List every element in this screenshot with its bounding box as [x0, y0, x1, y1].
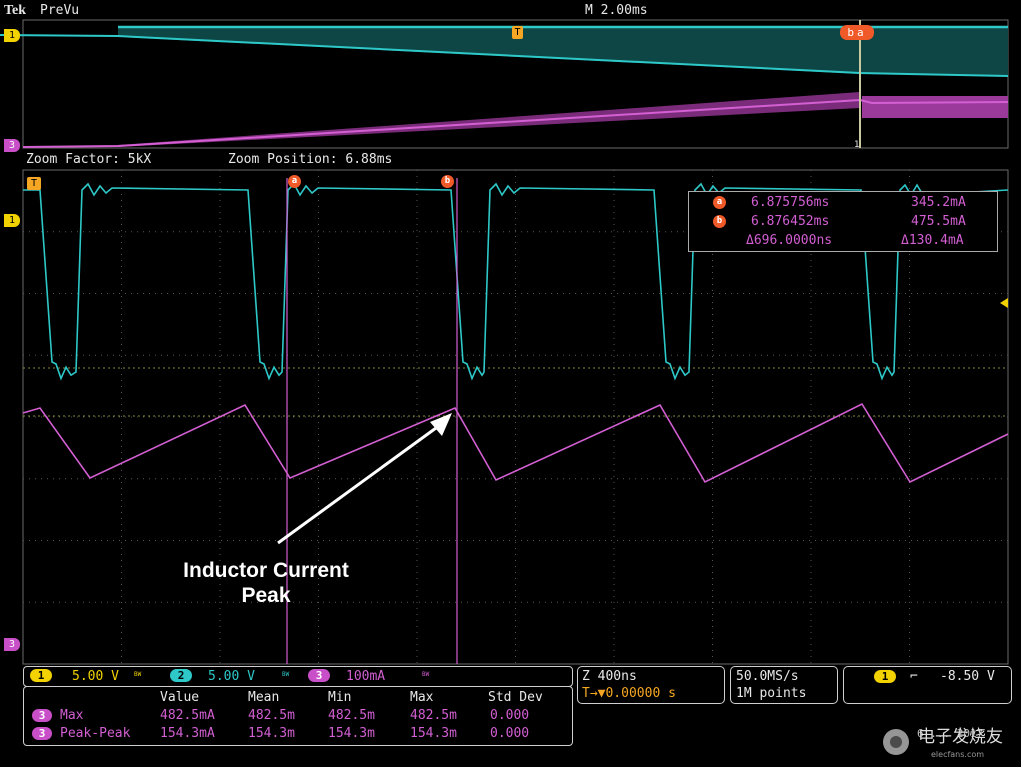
cursor-b-value: 475.5mA [911, 214, 966, 229]
cursor-readout-panel: a 6.875756ms 345.2mA b 6.876452ms 475.5m… [688, 191, 998, 252]
meas-row1-ch-badge: 3 [32, 709, 52, 722]
meas-row1-min: 482.5m [328, 708, 375, 723]
meas-row1-max: 482.5m [410, 708, 457, 723]
cursor-a-readout-badge: a [713, 196, 726, 209]
meas-row2-value: 154.3mA [160, 726, 215, 741]
cursor-b-readout-badge: b [713, 215, 726, 228]
trigger-panel[interactable]: 1 ⌐ -8.50 V [843, 666, 1012, 704]
annotation-line-1: Inductor Current [183, 559, 349, 582]
timebase-panel[interactable]: Z 400ns T→▼0.00000 s [577, 666, 725, 704]
ch2-scale[interactable]: 5.00 V [208, 670, 255, 683]
cursor-delta-time: Δ696.0000ns [746, 233, 833, 248]
measurements-panel[interactable]: Value Mean Min Max Std Dev 3 Max 482.5mA… [23, 686, 573, 746]
ch3-badge[interactable]: 3 [308, 669, 330, 682]
meas-row2-stddev: 0.000 [490, 726, 530, 741]
cursor-a-marker[interactable]: a [288, 175, 301, 188]
ch2-bw-icon: BW [282, 671, 290, 678]
zoom-ch1-marker[interactable]: 1 [4, 214, 20, 227]
trigger-level[interactable]: -8.50 V [940, 670, 995, 683]
trigger-slope-icon[interactable]: ⌐ [910, 670, 918, 683]
watermark-site: elecfans.com [931, 750, 985, 759]
meas-row2-mean: 154.3m [248, 726, 295, 741]
meas-row1-mean: 482.5m [248, 708, 295, 723]
meas-header-mean: Mean [248, 690, 280, 705]
watermark-logo-text: 电子发烧友 [918, 727, 1003, 747]
cursor-a-time: 6.875756ms [751, 195, 830, 210]
cursor-b-time: 6.876452ms [751, 214, 830, 229]
meas-row2-ch-badge: 3 [32, 727, 52, 740]
meas-header-value: Value [160, 690, 200, 705]
ch3-scale[interactable]: 100mA [346, 670, 385, 683]
meas-row2-max: 154.3m [410, 726, 457, 741]
zoom-waveform-pane[interactable] [0, 0, 1021, 767]
meas-header-min: Min [328, 690, 352, 705]
record-length: 1M points [736, 686, 807, 701]
channel-scale-bar: 1 5.00 V BW 2 5.00 V BW 3 100mA BW [23, 666, 573, 687]
cursor-b-marker[interactable]: b [441, 175, 454, 188]
annotation-line-2: Peak [241, 584, 291, 607]
acquisition-panel[interactable]: 50.0MS/s 1M points [730, 666, 838, 704]
inductor-current-annotation: Inductor Current Peak [150, 558, 382, 608]
sample-rate: 50.0MS/s [736, 669, 799, 684]
watermark-logo: 电子发烧友 elecfans.com [876, 724, 1016, 764]
zoom-timebase-scale[interactable]: Z 400ns [582, 670, 637, 683]
meas-row1-name: Max [60, 708, 84, 723]
meas-row1-stddev: 0.000 [490, 708, 530, 723]
meas-header-stddev: Std Dev [488, 690, 543, 705]
meas-header-max: Max [410, 690, 434, 705]
cursor-a-value: 345.2mA [911, 195, 966, 210]
meas-row1-value: 482.5mA [160, 708, 215, 723]
meas-row2-min: 154.3m [328, 726, 375, 741]
ch3-bw-icon: BW [422, 671, 430, 678]
ch1-bw-icon: BW [134, 671, 142, 678]
ch1-scale[interactable]: 5.00 V [72, 670, 119, 683]
meas-row2-name: Peak-Peak [60, 726, 131, 741]
trigger-position[interactable]: T→▼0.00000 s [582, 687, 676, 700]
cursor-delta-value: Δ130.4mA [901, 233, 964, 248]
trigger-source-badge[interactable]: 1 [874, 670, 896, 683]
ch1-badge[interactable]: 1 [30, 669, 52, 682]
zoom-ch3-marker[interactable]: 3 [4, 638, 20, 651]
zoom-trigger-marker[interactable]: T [27, 177, 41, 190]
ch2-badge[interactable]: 2 [170, 669, 192, 682]
oscilloscope-screen: Tek PreVu M 2.00ms T ba 1 3 1 Zoom Facto… [0, 0, 1021, 767]
